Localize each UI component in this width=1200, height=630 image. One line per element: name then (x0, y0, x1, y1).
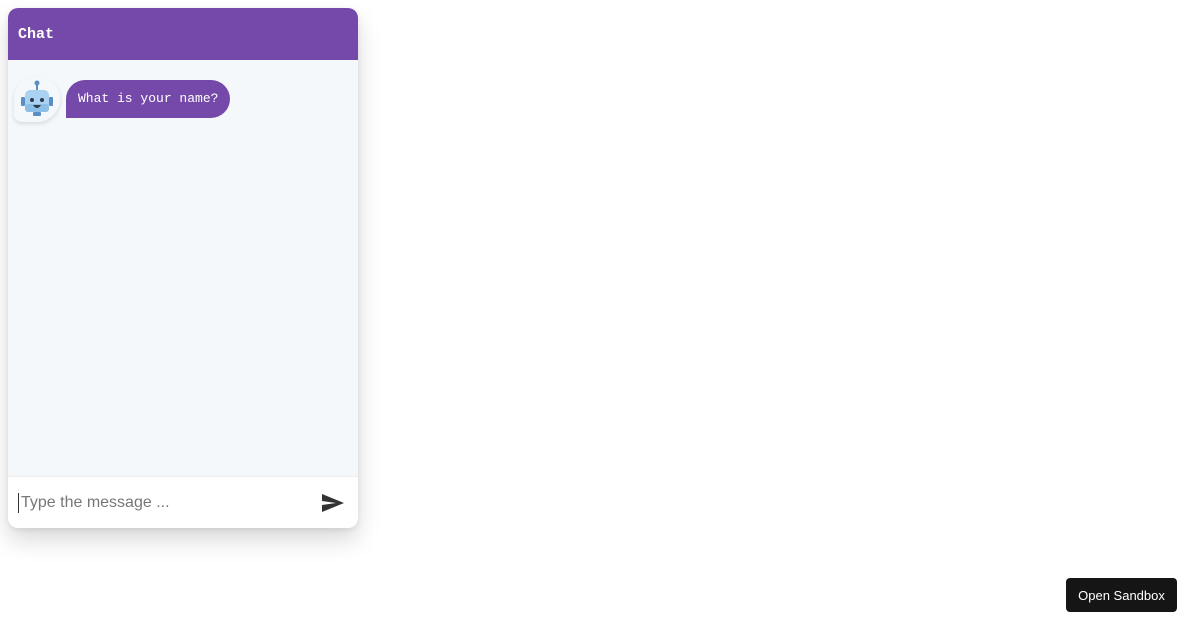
open-sandbox-button[interactable]: Open Sandbox (1066, 578, 1177, 612)
chat-messages: What is your name? (8, 60, 358, 476)
send-button[interactable] (308, 477, 358, 528)
message-input[interactable] (18, 492, 308, 513)
robot-icon (21, 80, 53, 116)
bot-avatar (14, 76, 60, 122)
chat-widget: Chat What is your name? (8, 8, 358, 528)
chat-header: Chat (8, 8, 358, 60)
bot-message: What is your name? (14, 76, 231, 122)
chat-title: Chat (18, 25, 55, 43)
send-icon (322, 493, 344, 512)
message-bubble: What is your name? (66, 80, 231, 118)
chat-input-bar (8, 476, 358, 528)
